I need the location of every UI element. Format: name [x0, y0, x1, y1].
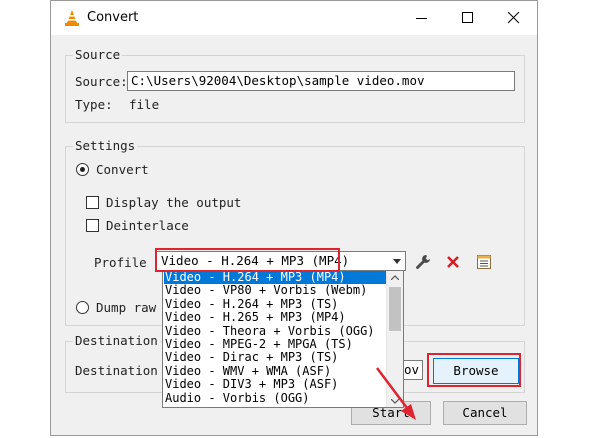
list-item[interactable]: Video - DIV3 + MP3 (ASF)	[164, 377, 387, 391]
source-legend: Source	[73, 47, 123, 62]
maximize-button[interactable]	[445, 1, 491, 35]
edit-profile-button[interactable]	[411, 250, 433, 272]
list-sheet-icon	[477, 255, 491, 269]
dump-raw-radio[interactable]	[76, 301, 89, 314]
delete-profile-button[interactable]	[441, 250, 463, 272]
list-item[interactable]: Video - Theora + Vorbis (OGG)	[164, 324, 387, 338]
chevron-up-icon[interactable]	[391, 275, 399, 280]
scrollbar-thumb[interactable]	[389, 287, 401, 331]
window-title: Convert	[87, 10, 139, 25]
deinterlace-label[interactable]: Deinterlace	[106, 218, 189, 233]
close-button[interactable]	[491, 1, 537, 35]
profile-label: Profile	[94, 255, 147, 270]
list-item[interactable]: Video - H.264 + MP3 (MP4)	[164, 271, 387, 285]
profile-dropdown-list[interactable]: Video - H.264 + MP3 (MP4) Video - VP80 +…	[162, 270, 404, 408]
cancel-button[interactable]: Cancel	[443, 401, 527, 425]
chevron-down-icon[interactable]	[391, 399, 399, 404]
new-profile-button[interactable]	[472, 250, 494, 272]
list-item[interactable]: Audio - Vorbis (OGG)	[164, 391, 387, 405]
red-x-icon	[447, 256, 459, 268]
chevron-down-icon	[393, 259, 401, 264]
display-output-checkbox[interactable]	[86, 196, 99, 209]
dump-raw-label[interactable]: Dump raw s	[96, 300, 171, 315]
minimize-icon	[416, 18, 427, 19]
minimize-button[interactable]	[399, 1, 445, 35]
destination-legend: Destination	[73, 333, 160, 348]
type-value: file	[129, 97, 160, 112]
type-label: Type:	[75, 97, 113, 112]
destination-file-label: Destination f	[75, 363, 173, 378]
list-item[interactable]: Video - H.264 + MP3 (TS)	[164, 297, 387, 311]
wrench-icon	[416, 255, 430, 269]
deinterlace-checkbox[interactable]	[86, 219, 99, 232]
source-label: Source:	[75, 74, 128, 89]
vlc-cone-icon	[63, 9, 81, 27]
settings-legend: Settings	[73, 138, 138, 153]
maximize-icon	[462, 12, 473, 23]
list-item[interactable]: Video - MPEG-2 + MPGA (TS)	[164, 337, 387, 351]
close-icon	[508, 12, 520, 24]
display-output-label[interactable]: Display the output	[106, 195, 241, 210]
title-bar[interactable]: Convert	[51, 1, 537, 35]
convert-radio[interactable]	[76, 163, 89, 176]
profile-select[interactable]: Video - H.264 + MP3 (MP4)	[156, 251, 406, 271]
list-item[interactable]: Video - H.265 + MP3 (MP4)	[164, 310, 387, 324]
source-path-field[interactable]: C:\Users\92004\Desktop\sample video.mov	[127, 71, 515, 91]
profile-selected-value: Video - H.264 + MP3 (MP4)	[161, 253, 350, 268]
list-item[interactable]: Video - WMV + WMA (ASF)	[164, 364, 387, 378]
browse-button[interactable]: Browse	[433, 358, 519, 384]
list-item[interactable]: Video - VP80 + Vorbis (Webm)	[164, 284, 387, 297]
dropdown-scrollbar[interactable]	[386, 271, 403, 407]
convert-radio-label[interactable]: Convert	[96, 162, 149, 177]
list-item[interactable]: Video - Dirac + MP3 (TS)	[164, 351, 387, 364]
